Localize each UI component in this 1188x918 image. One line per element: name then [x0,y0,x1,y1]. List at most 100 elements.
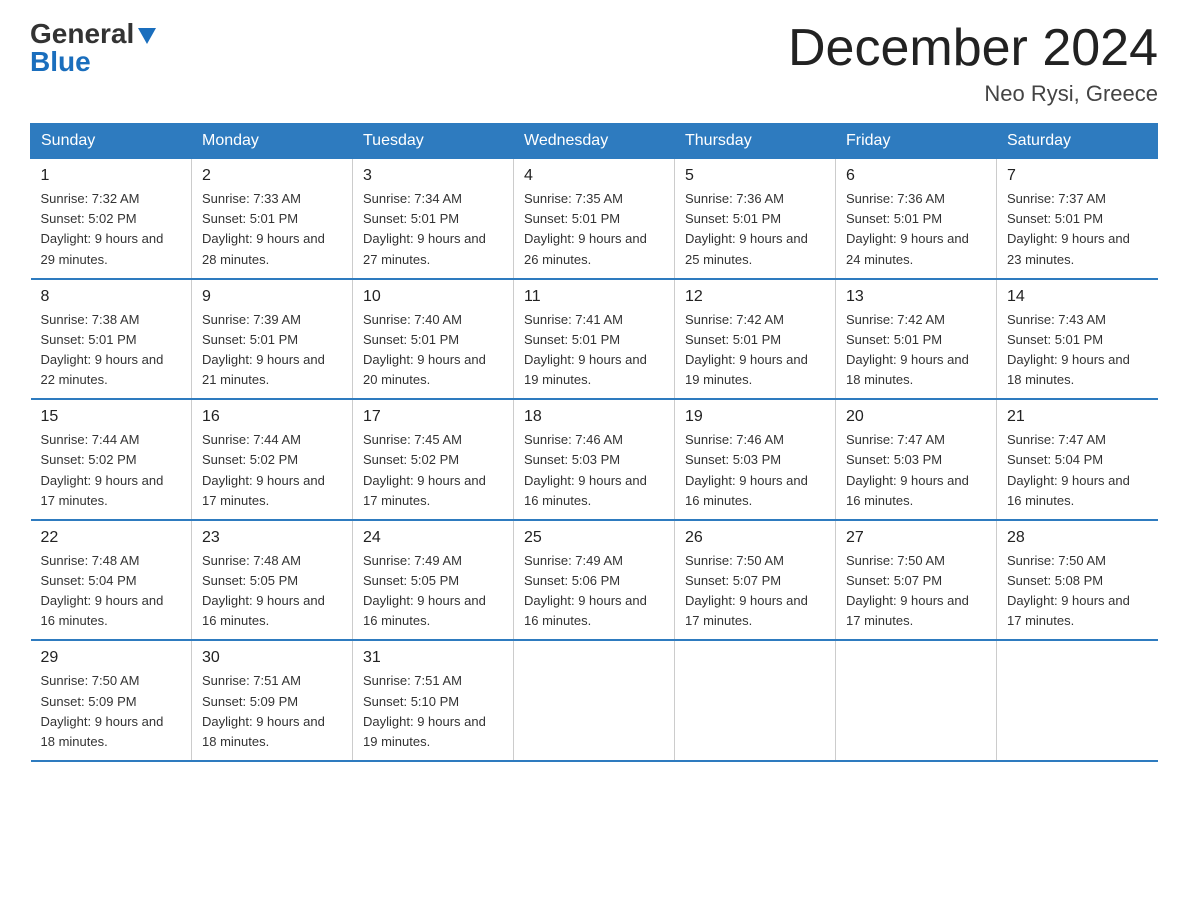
logo-triangle-icon [136,24,158,46]
day-info: Sunrise: 7:44 AMSunset: 5:02 PMDaylight:… [202,430,342,511]
day-info: Sunrise: 7:46 AMSunset: 5:03 PMDaylight:… [524,430,664,511]
day-cell: 27 Sunrise: 7:50 AMSunset: 5:07 PMDaylig… [836,520,997,641]
header-day-tuesday: Tuesday [353,124,514,159]
day-info: Sunrise: 7:47 AMSunset: 5:03 PMDaylight:… [846,430,986,511]
day-info: Sunrise: 7:39 AMSunset: 5:01 PMDaylight:… [202,310,342,391]
day-info: Sunrise: 7:42 AMSunset: 5:01 PMDaylight:… [685,310,825,391]
day-info: Sunrise: 7:51 AMSunset: 5:09 PMDaylight:… [202,671,342,752]
day-info: Sunrise: 7:43 AMSunset: 5:01 PMDaylight:… [1007,310,1148,391]
week-row-3: 15 Sunrise: 7:44 AMSunset: 5:02 PMDaylig… [31,399,1158,520]
day-info: Sunrise: 7:34 AMSunset: 5:01 PMDaylight:… [363,189,503,270]
day-info: Sunrise: 7:50 AMSunset: 5:09 PMDaylight:… [41,671,182,752]
day-info: Sunrise: 7:40 AMSunset: 5:01 PMDaylight:… [363,310,503,391]
day-number: 11 [524,288,664,306]
day-info: Sunrise: 7:49 AMSunset: 5:05 PMDaylight:… [363,551,503,632]
day-number: 10 [363,288,503,306]
day-number: 13 [846,288,986,306]
title-section: December 2024 Neo Rysi, Greece [788,20,1158,107]
day-number: 26 [685,529,825,547]
day-cell: 18 Sunrise: 7:46 AMSunset: 5:03 PMDaylig… [514,399,675,520]
day-info: Sunrise: 7:48 AMSunset: 5:04 PMDaylight:… [41,551,182,632]
day-info: Sunrise: 7:44 AMSunset: 5:02 PMDaylight:… [41,430,182,511]
day-number: 20 [846,408,986,426]
day-info: Sunrise: 7:35 AMSunset: 5:01 PMDaylight:… [524,189,664,270]
day-cell: 11 Sunrise: 7:41 AMSunset: 5:01 PMDaylig… [514,279,675,400]
day-cell: 4 Sunrise: 7:35 AMSunset: 5:01 PMDayligh… [514,159,675,279]
day-number: 4 [524,167,664,185]
day-cell: 24 Sunrise: 7:49 AMSunset: 5:05 PMDaylig… [353,520,514,641]
day-cell: 9 Sunrise: 7:39 AMSunset: 5:01 PMDayligh… [192,279,353,400]
day-info: Sunrise: 7:41 AMSunset: 5:01 PMDaylight:… [524,310,664,391]
calendar-table: SundayMondayTuesdayWednesdayThursdayFrid… [30,123,1158,762]
day-cell: 5 Sunrise: 7:36 AMSunset: 5:01 PMDayligh… [675,159,836,279]
day-cell: 19 Sunrise: 7:46 AMSunset: 5:03 PMDaylig… [675,399,836,520]
day-number: 30 [202,649,342,667]
day-number: 9 [202,288,342,306]
header-day-sunday: Sunday [31,124,192,159]
day-number: 24 [363,529,503,547]
day-info: Sunrise: 7:45 AMSunset: 5:02 PMDaylight:… [363,430,503,511]
day-info: Sunrise: 7:47 AMSunset: 5:04 PMDaylight:… [1007,430,1148,511]
day-info: Sunrise: 7:50 AMSunset: 5:07 PMDaylight:… [685,551,825,632]
week-row-1: 1 Sunrise: 7:32 AMSunset: 5:02 PMDayligh… [31,159,1158,279]
week-row-4: 22 Sunrise: 7:48 AMSunset: 5:04 PMDaylig… [31,520,1158,641]
day-number: 28 [1007,529,1148,547]
logo: General Blue [30,20,158,76]
logo-blue: Blue [30,46,91,77]
day-cell: 20 Sunrise: 7:47 AMSunset: 5:03 PMDaylig… [836,399,997,520]
day-cell [675,640,836,761]
logo-general: General [30,20,134,48]
day-cell: 10 Sunrise: 7:40 AMSunset: 5:01 PMDaylig… [353,279,514,400]
day-cell: 14 Sunrise: 7:43 AMSunset: 5:01 PMDaylig… [997,279,1158,400]
day-info: Sunrise: 7:50 AMSunset: 5:07 PMDaylight:… [846,551,986,632]
header-row: SundayMondayTuesdayWednesdayThursdayFrid… [31,124,1158,159]
day-cell [514,640,675,761]
day-info: Sunrise: 7:33 AMSunset: 5:01 PMDaylight:… [202,189,342,270]
day-cell: 15 Sunrise: 7:44 AMSunset: 5:02 PMDaylig… [31,399,192,520]
day-info: Sunrise: 7:32 AMSunset: 5:02 PMDaylight:… [41,189,182,270]
day-number: 2 [202,167,342,185]
day-number: 31 [363,649,503,667]
day-cell [836,640,997,761]
header-day-saturday: Saturday [997,124,1158,159]
day-number: 19 [685,408,825,426]
day-info: Sunrise: 7:49 AMSunset: 5:06 PMDaylight:… [524,551,664,632]
day-info: Sunrise: 7:36 AMSunset: 5:01 PMDaylight:… [846,189,986,270]
day-cell: 13 Sunrise: 7:42 AMSunset: 5:01 PMDaylig… [836,279,997,400]
day-number: 3 [363,167,503,185]
day-number: 27 [846,529,986,547]
day-cell: 16 Sunrise: 7:44 AMSunset: 5:02 PMDaylig… [192,399,353,520]
header-day-monday: Monday [192,124,353,159]
day-number: 21 [1007,408,1148,426]
day-info: Sunrise: 7:42 AMSunset: 5:01 PMDaylight:… [846,310,986,391]
day-cell: 23 Sunrise: 7:48 AMSunset: 5:05 PMDaylig… [192,520,353,641]
day-cell: 8 Sunrise: 7:38 AMSunset: 5:01 PMDayligh… [31,279,192,400]
day-cell [997,640,1158,761]
header-day-friday: Friday [836,124,997,159]
day-cell: 29 Sunrise: 7:50 AMSunset: 5:09 PMDaylig… [31,640,192,761]
day-number: 23 [202,529,342,547]
day-cell: 7 Sunrise: 7:37 AMSunset: 5:01 PMDayligh… [997,159,1158,279]
day-cell: 2 Sunrise: 7:33 AMSunset: 5:01 PMDayligh… [192,159,353,279]
day-cell: 17 Sunrise: 7:45 AMSunset: 5:02 PMDaylig… [353,399,514,520]
day-cell: 1 Sunrise: 7:32 AMSunset: 5:02 PMDayligh… [31,159,192,279]
day-number: 14 [1007,288,1148,306]
day-cell: 22 Sunrise: 7:48 AMSunset: 5:04 PMDaylig… [31,520,192,641]
header-day-thursday: Thursday [675,124,836,159]
day-cell: 31 Sunrise: 7:51 AMSunset: 5:10 PMDaylig… [353,640,514,761]
day-cell: 26 Sunrise: 7:50 AMSunset: 5:07 PMDaylig… [675,520,836,641]
day-number: 1 [41,167,182,185]
week-row-2: 8 Sunrise: 7:38 AMSunset: 5:01 PMDayligh… [31,279,1158,400]
day-info: Sunrise: 7:36 AMSunset: 5:01 PMDaylight:… [685,189,825,270]
header: General Blue December 2024 Neo Rysi, Gre… [30,20,1158,107]
day-number: 29 [41,649,182,667]
day-info: Sunrise: 7:46 AMSunset: 5:03 PMDaylight:… [685,430,825,511]
day-number: 6 [846,167,986,185]
day-cell: 25 Sunrise: 7:49 AMSunset: 5:06 PMDaylig… [514,520,675,641]
day-info: Sunrise: 7:51 AMSunset: 5:10 PMDaylight:… [363,671,503,752]
day-cell: 30 Sunrise: 7:51 AMSunset: 5:09 PMDaylig… [192,640,353,761]
header-day-wednesday: Wednesday [514,124,675,159]
day-info: Sunrise: 7:48 AMSunset: 5:05 PMDaylight:… [202,551,342,632]
day-number: 25 [524,529,664,547]
day-number: 17 [363,408,503,426]
